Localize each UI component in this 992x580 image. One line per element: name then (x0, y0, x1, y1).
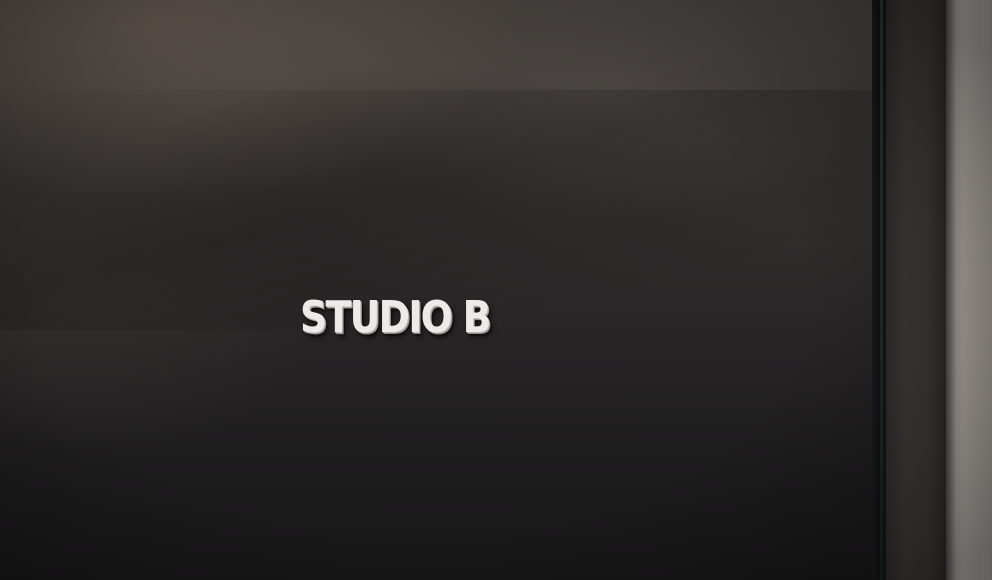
photo-scene: STUDIO B (0, 0, 992, 580)
door-panel (0, 0, 884, 580)
door-edge-highlight (880, 0, 883, 580)
door-edge (872, 0, 886, 580)
studio-sign-lettering: STUDIO B (300, 292, 491, 343)
wall-shadow (946, 0, 956, 580)
door-frame (886, 0, 946, 580)
